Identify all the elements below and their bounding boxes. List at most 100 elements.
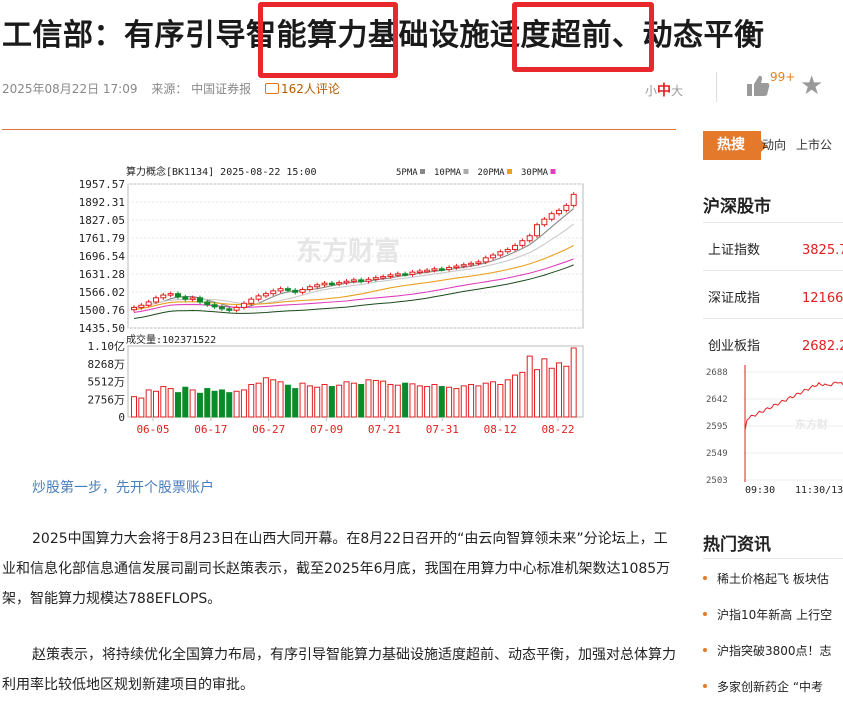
mini-x-tick: 09:30 [745, 485, 775, 496]
font-size-large[interactable]: 大 [671, 84, 683, 98]
news-item[interactable]: 沪指突破3800点！志 [703, 642, 843, 659]
volume-bar [497, 384, 504, 418]
candle-body [446, 266, 453, 270]
article-paragraph-2: 赵策表示，将持续优化全国算力布局，有序引导智能算力基础设施适度超前、动态平衡，加… [2, 647, 676, 693]
index-row-sz[interactable]: 深证成指12166.0 [708, 287, 843, 306]
price-tick-label: 1435.50 [79, 322, 125, 335]
likes-count: 99+ [770, 70, 796, 84]
volume-bar [358, 384, 365, 418]
volume-bar [233, 390, 240, 418]
hot-search-links: 动向 上市公 [762, 131, 842, 160]
candle-body [548, 213, 555, 220]
hot-search-badge[interactable]: 热搜 [703, 131, 767, 160]
volume-bar [394, 384, 401, 418]
mini-watermark: 东方财 [795, 417, 828, 431]
candle-body [534, 224, 541, 237]
candle-body [299, 289, 306, 293]
candle-body [336, 282, 343, 285]
volume-bar [138, 397, 145, 418]
article-meta: 2025年08月22日 17:09 来源： 中国证券报 162人评论 [2, 80, 360, 97]
candle-body [402, 273, 409, 276]
legend-swatch [463, 169, 469, 174]
volume-bar [145, 389, 152, 418]
legend-swatch [507, 169, 512, 174]
legend-swatch [420, 169, 425, 174]
star-icon[interactable]: ★ [800, 72, 823, 100]
volume-bar [431, 384, 438, 418]
volume-tick-label: 5512万 [88, 376, 126, 389]
volume-bar [306, 385, 313, 418]
volume-bar [482, 382, 489, 418]
candle-body [409, 271, 416, 275]
volume-bar [380, 380, 387, 418]
chart-header: 算力概念[BK1134] 2025-08-22 15:00 [126, 165, 317, 178]
mini-y-tick: 2688 [706, 368, 728, 378]
news-item[interactable]: 沪指10年新高 上行空 [703, 606, 843, 623]
font-size-small[interactable]: 小 [645, 84, 657, 98]
candle-body [541, 218, 548, 226]
volume-bar [556, 362, 563, 418]
hot-link[interactable]: 上市公 [796, 138, 832, 152]
candle-body [211, 304, 218, 308]
legend-swatch [550, 169, 556, 174]
candle-body [504, 249, 511, 253]
candle-body [570, 193, 577, 206]
candle-body [196, 297, 203, 303]
candle-body [218, 306, 225, 310]
volume-bar [512, 374, 519, 418]
candle-body [306, 286, 313, 291]
x-tick-label: 07-21 [368, 423, 401, 436]
candle-body [519, 240, 526, 246]
news-item[interactable]: 稀土价格起飞 板块估 [703, 570, 843, 587]
mini-y-tick: 2642 [706, 395, 728, 405]
candle-body [152, 297, 159, 303]
volume-bar [416, 385, 423, 418]
candle-body [226, 308, 233, 311]
kline-chart: 算力概念[BK1134] 2025-08-22 15:00 5PMA 10PMA 20… [79, 165, 584, 436]
volume-bar [402, 382, 409, 418]
candle-body [372, 277, 379, 280]
volume-bar [277, 381, 284, 418]
intraday-mini-chart[interactable]: 2688 2642 2595 2549 2503 东方财 09:30 11:30/13 [703, 360, 843, 500]
volume-bar [460, 385, 467, 418]
thumbs-up-icon[interactable] [744, 72, 772, 100]
volume-bar [284, 384, 291, 418]
index-row-sh[interactable]: 上证指数 3825.7 [708, 239, 843, 258]
x-tick-label: 08-22 [541, 423, 574, 436]
candle-body [343, 280, 350, 284]
volume-bar [328, 386, 335, 418]
volume-bar [372, 379, 379, 418]
legend-entry: 5PMA [396, 168, 418, 178]
candle-body [424, 269, 431, 273]
article-source: 来源： 中国证券报 [151, 82, 252, 96]
news-section-title: 热门资讯 [703, 535, 771, 555]
candle-body [365, 278, 372, 282]
candle-body [482, 257, 489, 263]
candle-body [563, 204, 570, 211]
volume-bar [255, 382, 262, 418]
mini-y-tick: 2503 [706, 476, 728, 486]
candle-body [240, 302, 247, 308]
index-row-cyb[interactable]: 创业板指 2682.2 [708, 335, 843, 354]
comments-count: 162人评论 [280, 82, 340, 96]
hot-link[interactable]: 动向 [762, 138, 786, 152]
open-account-link[interactable]: 炒股第一步，先开个股票账户 [32, 477, 214, 497]
candle-body [262, 293, 269, 297]
comments-link[interactable]: 162人评论 [264, 82, 350, 96]
font-size-medium[interactable]: 中 [657, 83, 671, 99]
volume-bar [248, 384, 255, 418]
candle-body [131, 306, 137, 311]
price-tick-label: 1696.54 [79, 250, 126, 263]
candle-body [138, 304, 145, 308]
candle-body [189, 297, 196, 300]
publish-datetime: 2025年08月22日 17:09 [2, 82, 138, 96]
candle-body [248, 298, 255, 304]
legend-entry: 10PMA [434, 168, 462, 178]
news-item[interactable]: 多家创新药企 “中考 [703, 678, 843, 695]
section-rule [703, 222, 843, 223]
x-tick-label: 07-09 [310, 423, 343, 436]
volume-bar [438, 386, 445, 418]
mini-y-tick: 2595 [706, 422, 728, 432]
candle-body [358, 279, 365, 282]
volume-bar [453, 388, 460, 418]
